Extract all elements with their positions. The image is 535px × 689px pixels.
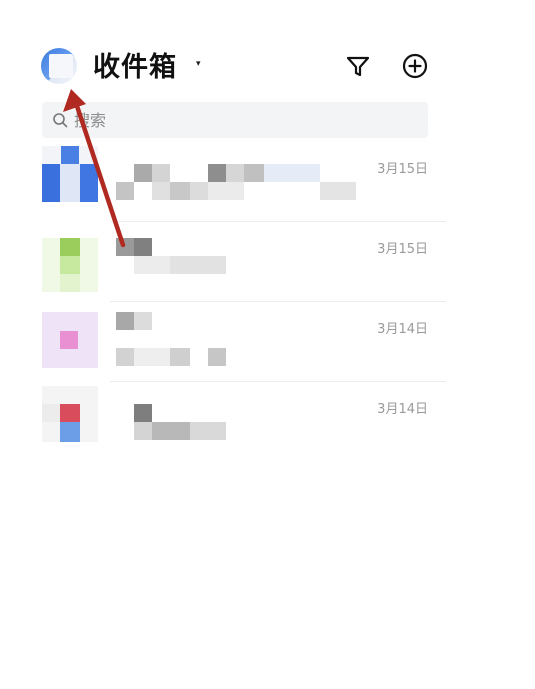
- folder-dropdown-caret-icon[interactable]: ▾: [196, 59, 201, 69]
- mail-date: 3月15日: [377, 242, 428, 257]
- avatar[interactable]: [41, 48, 77, 84]
- search-input[interactable]: [74, 102, 414, 138]
- mail-date: 3月14日: [377, 402, 428, 417]
- filter-icon[interactable]: [344, 52, 372, 80]
- mail-list-item[interactable]: 3月15日: [0, 142, 446, 222]
- plus-circle-icon[interactable]: [400, 51, 430, 81]
- mail-date: 3月14日: [377, 322, 428, 337]
- page-title[interactable]: 收件箱: [93, 50, 177, 86]
- mail-list-item[interactable]: 3月15日: [0, 222, 446, 302]
- mail-list-item[interactable]: 3月14日: [0, 302, 446, 382]
- search-bar[interactable]: [42, 102, 428, 138]
- search-icon: [53, 113, 68, 128]
- mail-date: 3月15日: [377, 162, 428, 177]
- mail-list-item[interactable]: 3月14日: [0, 382, 446, 462]
